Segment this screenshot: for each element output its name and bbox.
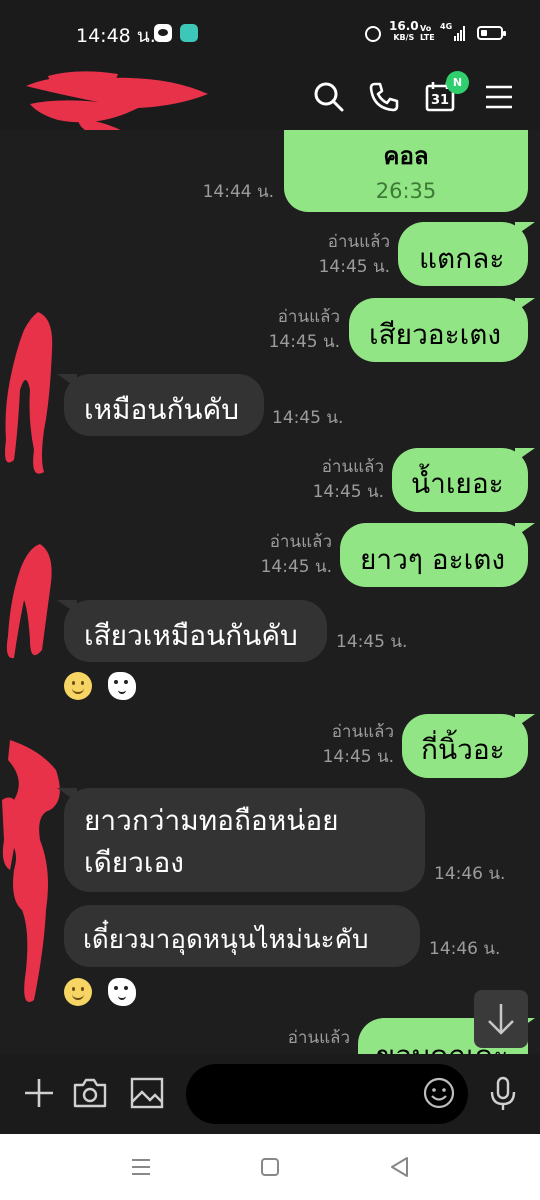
message-text: เหมือนกันคับ bbox=[84, 393, 240, 426]
message-text-line-1: ยาวกว่ามทอถือหน่อย bbox=[84, 804, 339, 837]
signal-icon bbox=[454, 25, 466, 41]
system-navigation-bar bbox=[0, 1134, 540, 1200]
volte-indicator: Vo LTE bbox=[420, 24, 435, 42]
message-text: ยาวๆ อะเตง bbox=[360, 543, 506, 576]
notification-app-icon bbox=[180, 24, 198, 42]
camera-icon[interactable] bbox=[71, 1074, 109, 1112]
message-time: 14:45 น. bbox=[322, 747, 394, 767]
outgoing-message-bubble[interactable]: น้ำเยอะ bbox=[392, 448, 535, 512]
add-icon[interactable] bbox=[20, 1074, 58, 1112]
outgoing-message-bubble[interactable]: กี่นิ้วอะ bbox=[402, 714, 535, 778]
redacted-avatar bbox=[5, 312, 53, 474]
back-icon[interactable] bbox=[387, 1154, 413, 1180]
message-text-line-2: เดียวเอง bbox=[84, 846, 184, 879]
search-icon[interactable] bbox=[312, 80, 346, 114]
message-time: 14:45 น. bbox=[268, 332, 340, 352]
read-receipt: อ่านแล้ว bbox=[321, 457, 384, 477]
recent-apps-icon[interactable] bbox=[128, 1154, 154, 1180]
calendar-badge: N bbox=[446, 71, 469, 94]
phone-icon[interactable] bbox=[367, 80, 401, 114]
message-time: 14:46 น. bbox=[429, 939, 501, 959]
message-time: 14:45 น. bbox=[312, 482, 384, 502]
status-time: 14:48 น. bbox=[76, 25, 156, 47]
volte-top: Vo bbox=[420, 24, 432, 33]
message-time: 14:45 น. bbox=[336, 632, 408, 652]
message-text: แตกละ bbox=[419, 242, 505, 275]
message-time: 14:45 น. bbox=[260, 557, 332, 577]
alarm-icon bbox=[365, 26, 381, 42]
emoji-icon[interactable] bbox=[422, 1076, 456, 1110]
message-text: เดี๋ยวมาอุดหนุนไหม่นะคับ bbox=[83, 925, 369, 955]
sticker-reaction-icon[interactable] bbox=[108, 672, 136, 700]
message-time: 14:44 น. bbox=[202, 182, 274, 202]
read-receipt: อ่านแล้ว bbox=[287, 1028, 350, 1048]
battery-icon bbox=[477, 26, 506, 40]
line-app-icon bbox=[154, 24, 172, 42]
outgoing-message-bubble[interactable]: ยาวๆ อะเตง bbox=[340, 523, 535, 587]
message-input-bar bbox=[0, 1054, 540, 1134]
incoming-message-bubble[interactable]: เหมือนกันคับ bbox=[57, 374, 264, 436]
network-speed-value: 16.0 bbox=[389, 19, 419, 33]
menu-icon[interactable] bbox=[482, 80, 516, 114]
message-time: 14:45 น. bbox=[318, 257, 390, 277]
home-icon[interactable] bbox=[257, 1154, 283, 1180]
network-speed-unit: KB/S bbox=[393, 33, 415, 42]
read-receipt: อ่านแล้ว bbox=[277, 307, 340, 327]
message-time: 14:46 น. bbox=[434, 864, 506, 884]
scroll-down-button[interactable] bbox=[474, 990, 528, 1048]
microphone-icon[interactable] bbox=[484, 1074, 522, 1112]
outgoing-message-bubble[interactable]: เสียวอะเตง bbox=[349, 298, 535, 362]
message-time: 14:45 น. bbox=[272, 408, 344, 428]
call-label: คอล bbox=[383, 142, 429, 170]
read-receipt: อ่านแล้ว bbox=[327, 232, 390, 252]
redacted-contact-name bbox=[26, 71, 208, 136]
incoming-message-bubble[interactable]: เสียวเหมือนกันคับ bbox=[57, 600, 327, 662]
outgoing-message-bubble[interactable]: แตกละ bbox=[398, 222, 535, 286]
incoming-message-bubble[interactable]: ยาวกว่ามทอถือหน่อย เดียวเอง bbox=[57, 788, 425, 892]
network-type: 4G bbox=[440, 22, 453, 31]
image-icon[interactable] bbox=[128, 1074, 166, 1112]
smile-reaction-icon[interactable] bbox=[64, 978, 92, 1006]
call-message-bubble[interactable]: คอล 26:35 bbox=[284, 130, 528, 212]
volte-bottom: LTE bbox=[420, 33, 435, 42]
calendar-day: 31 bbox=[430, 93, 450, 108]
chat-area[interactable]: คอล 26:35 14:44 น. อ่านแล้ว 14:45 น. แตก… bbox=[0, 130, 540, 1054]
incoming-message-bubble[interactable]: เดี๋ยวมาอุดหนุนไหม่นะคับ bbox=[64, 905, 420, 967]
redacted-avatar bbox=[2, 740, 60, 1002]
arrow-down-icon bbox=[488, 1004, 514, 1035]
read-receipt: อ่านแล้ว bbox=[269, 532, 332, 552]
redacted-avatar bbox=[6, 544, 52, 659]
call-duration: 26:35 bbox=[375, 179, 437, 203]
smile-reaction-icon[interactable] bbox=[64, 672, 92, 700]
message-text: กี่นิ้วอะ bbox=[421, 733, 505, 766]
status-bar: 14:48 น. 16.0 KB/S Vo LTE 4G bbox=[0, 0, 540, 64]
message-text: น้ำเยอะ bbox=[411, 467, 504, 500]
sticker-reaction-icon[interactable] bbox=[108, 978, 136, 1006]
message-text: เสียวเหมือนกันคับ bbox=[84, 619, 298, 652]
network-speed: 16.0 KB/S bbox=[389, 19, 419, 43]
read-receipt: อ่านแล้ว bbox=[331, 722, 394, 742]
message-text: เสียวอะเตง bbox=[369, 318, 502, 351]
